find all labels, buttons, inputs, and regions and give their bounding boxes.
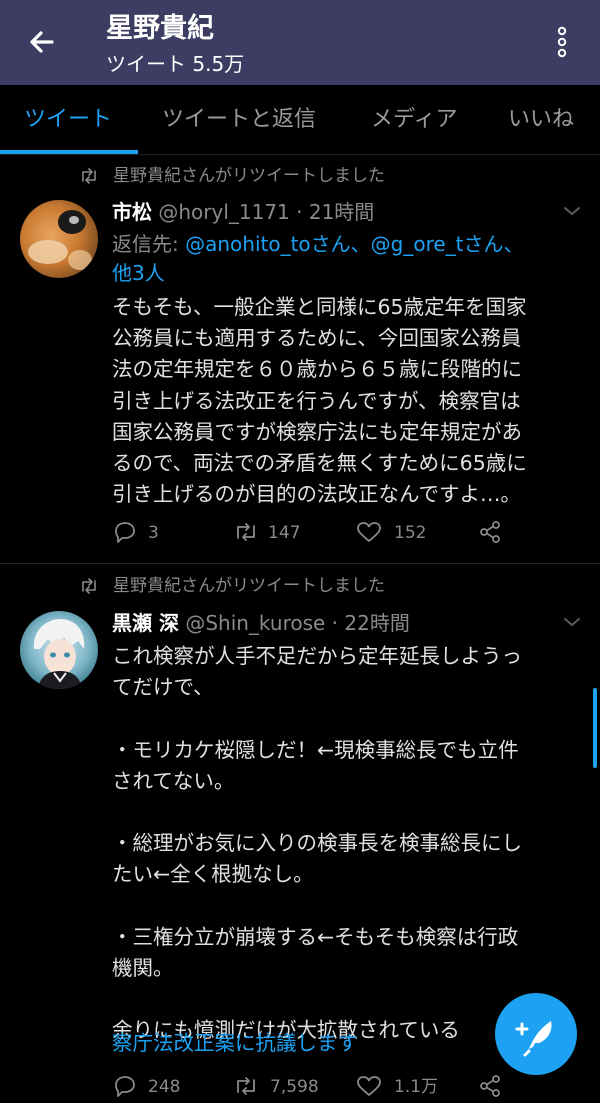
retweet-icon <box>82 578 96 594</box>
retweet-label: 星野貴紀さんがリツイートしました <box>113 166 385 186</box>
reply-count: 248 <box>148 1077 181 1097</box>
avatar[interactable] <box>20 611 98 689</box>
reply-count: 3 <box>148 523 159 543</box>
retweet-icon <box>82 168 96 184</box>
tab-tweets[interactable]: ツイート <box>24 105 112 135</box>
like-count: 152 <box>394 523 427 543</box>
app-bar: 星野貴紀 ツイート 5.5万 <box>0 0 600 85</box>
author-handle-time: @horyl_1171 · 21時間 <box>158 200 375 224</box>
share-icon[interactable] <box>478 1074 502 1098</box>
author-handle-time: @Shin_kurose · 22時間 <box>185 611 410 635</box>
tab-media[interactable]: メディア <box>371 105 457 135</box>
compose-tweet-button[interactable] <box>495 993 577 1075</box>
tab-tweets-and-replies[interactable]: ツイートと返信 <box>162 105 316 135</box>
more-options-icon[interactable] <box>548 22 576 62</box>
chevron-down-icon[interactable] <box>561 615 583 629</box>
retweet-count: 7,598 <box>270 1077 319 1097</box>
scrollbar[interactable] <box>593 688 597 768</box>
hashtag-link[interactable]: 察庁法改正案に抗議します <box>112 1028 358 1059</box>
reply-to-users[interactable]: @anohito_toさん、@g_ore_tさん、 <box>185 232 523 256</box>
avatar[interactable] <box>20 200 98 278</box>
tweet-text: これ検察が人手不足だから定年延長しようっ てだけで、 ・モリカケ桜隠しだ！←現検… <box>112 644 522 1043</box>
tab-likes[interactable]: いいね <box>508 105 574 135</box>
author-name[interactable]: 黒瀬 深 <box>112 611 179 635</box>
tweet-text: そもそも、一般企業と同様に65歳定年を国家 公務員にも適用するために、今回国家公… <box>112 295 527 507</box>
chevron-down-icon[interactable] <box>561 204 583 218</box>
tweet-author-row: 市松 @horyl_1171 · 21時間 <box>112 198 374 226</box>
retweet-icon <box>237 523 255 541</box>
like-count: 1.1万 <box>394 1077 439 1097</box>
tweet-count: ツイート 5.5万 <box>106 52 245 76</box>
share-icon[interactable] <box>478 520 502 544</box>
heart-icon <box>357 1076 381 1096</box>
back-arrow-icon[interactable] <box>22 22 62 62</box>
tweet-divider <box>0 563 600 564</box>
retweet-count: 147 <box>268 523 301 543</box>
profile-name-title: 星野貴紀 <box>106 13 214 44</box>
reply-icon <box>115 522 135 543</box>
profile-tabs: ツイート ツイートと返信 メディア いいね <box>0 85 600 155</box>
author-name[interactable]: 市松 <box>112 200 152 224</box>
reply-to-others[interactable]: 他3人 <box>112 261 165 285</box>
anime-avatar-image <box>33 619 85 689</box>
active-tab-indicator <box>0 150 138 154</box>
compose-feather-icon <box>515 1021 552 1057</box>
reply-to-line: 返信先: @anohito_toさん、@g_ore_tさん、 他3人 <box>112 230 582 288</box>
reply-to-prefix: 返信先: <box>112 232 186 256</box>
cat-avatar-image <box>28 210 92 270</box>
retweet-label: 星野貴紀さんがリツイートしました <box>113 576 385 596</box>
tweet-author-row: 黒瀬 深 @Shin_kurose · 22時間 <box>112 609 410 637</box>
heart-icon <box>357 522 381 542</box>
retweet-icon <box>237 1077 255 1095</box>
reply-icon <box>115 1076 135 1097</box>
